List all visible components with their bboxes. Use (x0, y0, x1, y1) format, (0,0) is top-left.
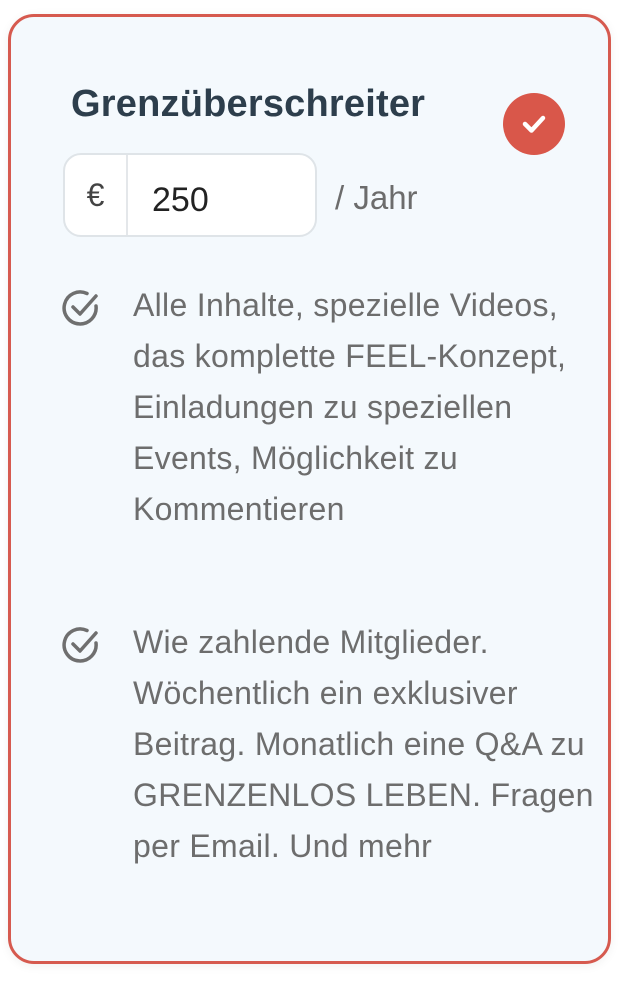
circle-check-icon (62, 627, 98, 663)
membership-card[interactable]: Grenzüberschreiter € / Jahr Alle Inhalte… (8, 14, 611, 964)
check-icon (522, 115, 546, 133)
plan-title: Grenzüberschreiter (71, 83, 426, 125)
feature-text: Alle Inhalte, spezielle Videos, das komp… (133, 287, 567, 527)
circle-check-icon (62, 290, 98, 326)
price-input-group: € (63, 153, 317, 237)
currency-symbol: € (65, 155, 128, 235)
feature-text: Wie zahlende Mitglieder. Wöchentlich ein… (133, 624, 594, 864)
amount-input[interactable] (128, 155, 315, 235)
price-period: / Jahr (335, 179, 418, 216)
selected-check-badge[interactable] (503, 93, 565, 155)
